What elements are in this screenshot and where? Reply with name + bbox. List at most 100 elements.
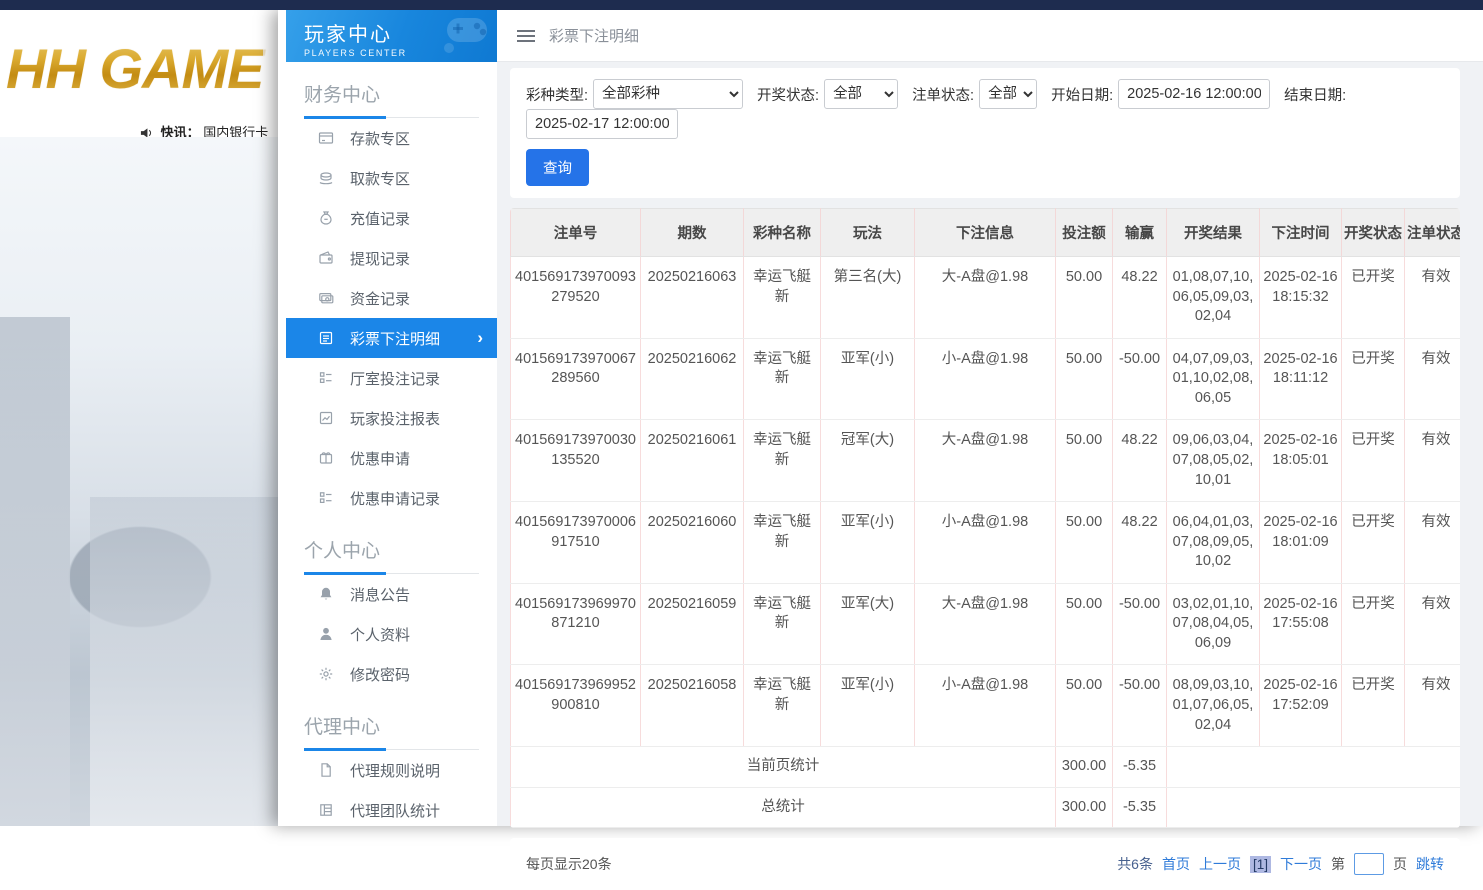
summary-bet-total: 300.00 [1056,747,1113,788]
table-cell: 幸运飞艇新 [744,338,821,420]
table-header-row: 注单号期数彩种名称玩法下注信息投注额输赢开奖结果下注时间开奖状态注单状态 [511,209,1461,257]
table-cell: 09,06,03,04,07,08,05,02,10,01 [1167,420,1260,502]
lottery-type-label: 彩种类型: [526,84,588,105]
sidebar-item[interactable]: 取款专区 [286,158,497,198]
table-cell: -50.00 [1113,583,1167,665]
first-page-link[interactable]: 首页 [1162,854,1190,874]
table-cell: 小-A盘@1.98 [915,338,1056,420]
jump-suffix: 页 [1393,854,1407,874]
sidebar-item[interactable]: 代理团队统计 [286,790,497,830]
table-cell: 401569173970093279520 [511,257,641,339]
sidebar-item[interactable]: 充值记录 [286,198,497,238]
sidebar-item[interactable]: 个人资料 [286,614,497,654]
table-cell: 亚军(小) [821,338,915,420]
table-cell: -50.00 [1113,338,1167,420]
order-status-select[interactable]: 全部 [979,79,1037,109]
page-size-text: 每页显示20条 [526,854,612,874]
sidebar-item[interactable]: 彩票下注明细› [286,318,497,358]
jump-link[interactable]: 跳转 [1416,854,1444,874]
table-cell: 有效 [1405,665,1461,747]
table-cell: 小-A盘@1.98 [915,502,1056,584]
table-cell: 20250216062 [641,338,744,420]
summary-empty [1167,787,1461,828]
sidebar-item-label: 优惠申请 [350,448,410,469]
table-cell: 已开奖 [1342,257,1405,339]
recharge-icon [318,210,334,226]
table-cell: 2025-02-16 17:55:08 [1260,583,1342,665]
withdraw-icon [318,170,334,186]
table-cell: 幸运飞艇新 [744,420,821,502]
sidebar: 玩家中心 PLAYERS CENTER 财务中心存款专区取款专区充值记录提现记录… [286,10,497,826]
start-date-input[interactable] [1118,79,1270,109]
profile-icon [318,626,334,642]
table-cell: 亚军(小) [821,665,915,747]
table-row: 40156917396997087121020250216059幸运飞艇新亚军(… [511,583,1461,665]
table-cell: 大-A盘@1.98 [915,583,1056,665]
table-cell: 20250216058 [641,665,744,747]
table-cell: 20250216060 [641,502,744,584]
sidebar-item-label: 玩家投注报表 [350,408,440,429]
end-date-input[interactable] [526,109,678,139]
table-cell: 2025-02-16 18:11:12 [1260,338,1342,420]
table-cell: 亚军(大) [821,583,915,665]
sidebar-item-label: 充值记录 [350,208,410,229]
column-header: 输赢 [1113,209,1167,257]
table-cell: 2025-02-16 18:01:09 [1260,502,1342,584]
page-number-input[interactable] [1354,853,1384,875]
main-area: 彩票下注明细 彩种类型: 全部彩种 开奖状态: 全部 注单状态: 全部 [497,10,1483,826]
bet-table-card: 注单号期数彩种名称玩法下注信息投注额输赢开奖结果下注时间开奖状态注单状态 401… [510,208,1460,828]
sidebar-item[interactable]: 优惠申请记录 [286,478,497,518]
sidebar-item-label: 取款专区 [350,168,410,189]
sidebar-item[interactable]: 厅室投注记录 [286,358,497,398]
pager: 共6条 首页 上一页 [1] 下一页 第 页 跳转 [1117,853,1444,875]
sidebar-item[interactable]: 玩家投注报表 [286,398,497,438]
background-image [0,137,300,826]
sidebar-item[interactable]: 优惠申请 [286,438,497,478]
table-cell: 20250216059 [641,583,744,665]
site-logo: HH GAME [6,36,263,101]
column-header: 开奖状态 [1342,209,1405,257]
summary-bet-total: 300.00 [1056,787,1113,828]
search-button[interactable]: 查询 [526,149,589,186]
funds-icon [318,290,334,306]
sidebar-item-label: 代理团队统计 [350,800,440,821]
gamepad-icon [433,14,491,59]
summary-label: 当前页统计 [511,747,1056,788]
sidebar-item[interactable]: 资金记录 [286,278,497,318]
player-center-panel: 玩家中心 PLAYERS CENTER 财务中心存款专区取款专区充值记录提现记录… [278,10,1483,826]
content: 彩种类型: 全部彩种 开奖状态: 全部 注单状态: 全部 开始日期: 结束日期: [497,62,1483,890]
sidebar-item-label: 修改密码 [350,664,410,685]
deposit-icon [318,130,334,146]
next-page-link[interactable]: 下一页 [1280,854,1322,874]
menu-icon[interactable] [517,27,535,45]
column-header: 玩法 [821,209,915,257]
page-title: 彩票下注明细 [549,25,639,46]
team-stats-icon [318,802,334,818]
lottery-detail-icon [318,330,334,346]
table-cell: 2025-02-16 18:15:32 [1260,257,1342,339]
table-cell: 冠军(大) [821,420,915,502]
table-cell: 已开奖 [1342,665,1405,747]
table-row: 40156917397006728956020250216062幸运飞艇新亚军(… [511,338,1461,420]
table-cell: 50.00 [1056,257,1113,339]
sidebar-item[interactable]: 存款专区 [286,118,497,158]
summary-label: 总统计 [511,787,1056,828]
table-cell: 大-A盘@1.98 [915,420,1056,502]
sidebar-item[interactable]: 修改密码 [286,654,497,694]
sidebar-item[interactable]: 消息公告 [286,574,497,614]
jump-prefix: 第 [1331,854,1345,874]
sidebar-item[interactable]: 代理规则说明 [286,750,497,790]
order-status-label: 注单状态: [912,84,974,105]
lottery-type-select[interactable]: 全部彩种 [593,79,743,109]
sidebar-item[interactable]: 提现记录 [286,238,497,278]
table-cell: 50.00 [1056,420,1113,502]
sidebar-section-title: 个人中心 [304,536,479,574]
prev-page-link[interactable]: 上一页 [1199,854,1241,874]
table-cell: 幸运飞艇新 [744,502,821,584]
table-cell: 50.00 [1056,665,1113,747]
table-cell: 08,09,03,10,01,07,06,05,02,04 [1167,665,1260,747]
draw-status-select[interactable]: 全部 [824,79,898,109]
table-cell: 401569173970067289560 [511,338,641,420]
column-header: 下注时间 [1260,209,1342,257]
table-cell: 48.22 [1113,257,1167,339]
